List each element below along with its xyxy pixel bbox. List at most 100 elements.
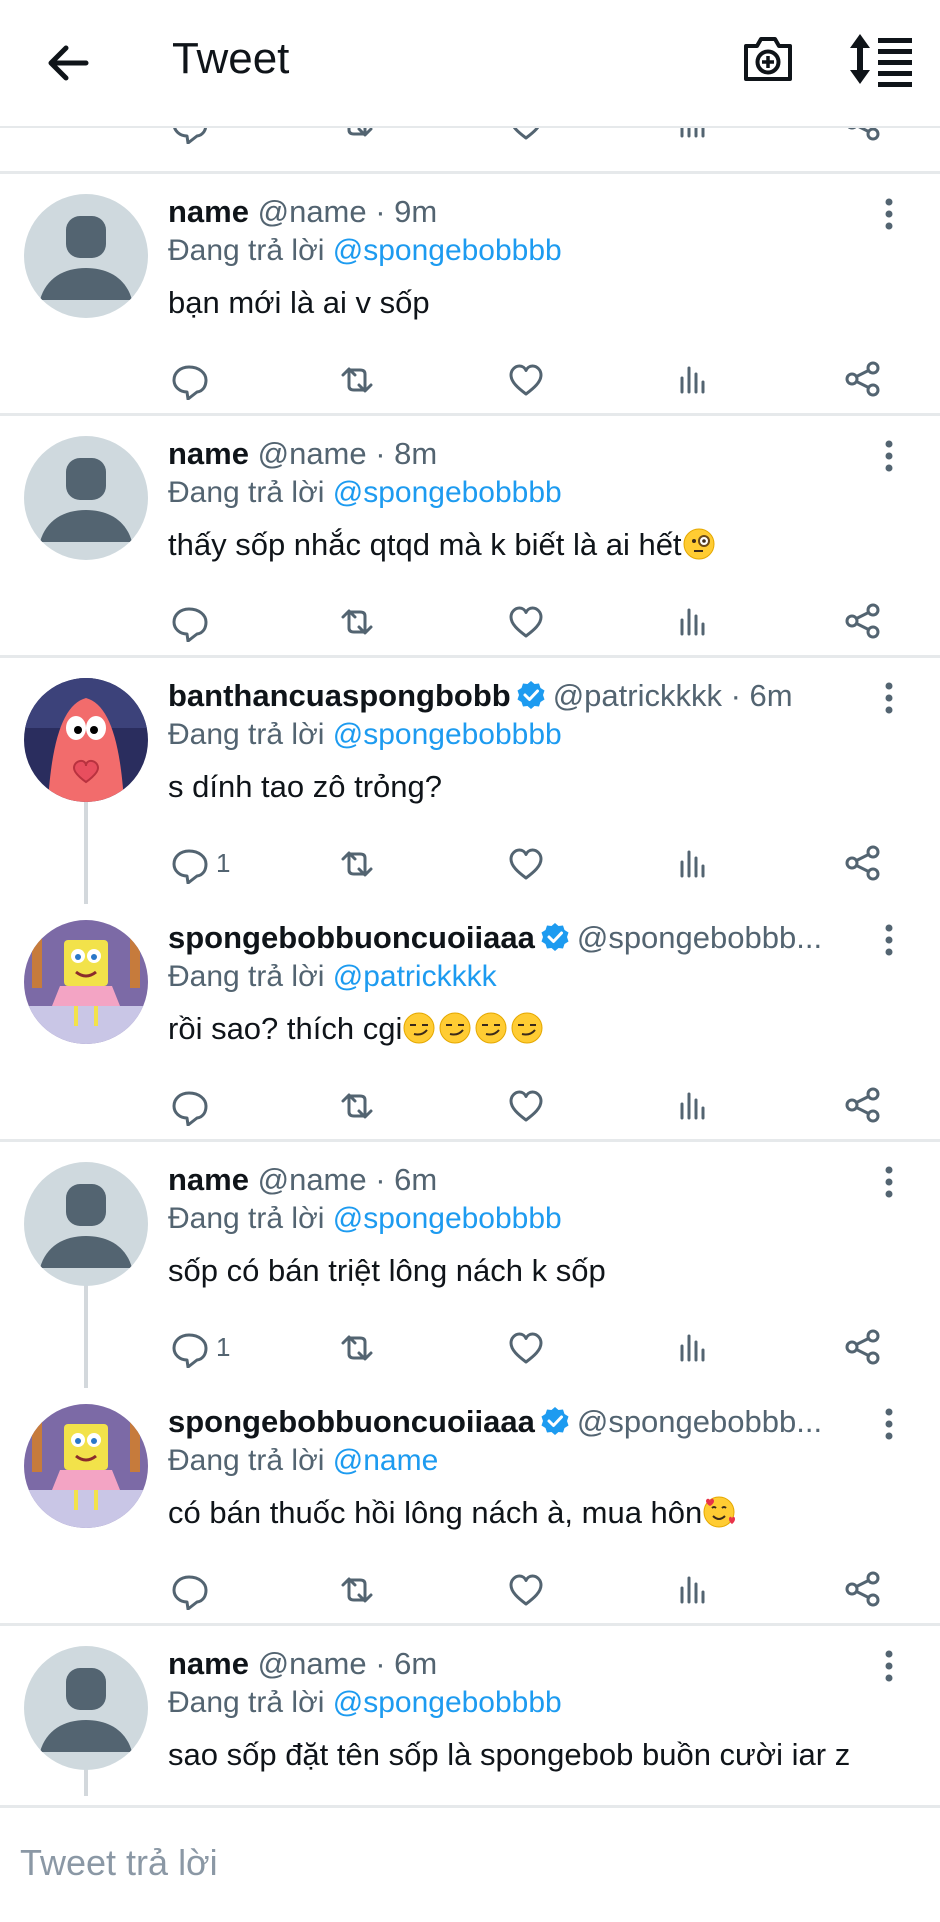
more-options-icon[interactable] — [874, 1646, 904, 1686]
stats-button[interactable] — [672, 596, 714, 646]
reply-button[interactable] — [168, 354, 210, 404]
like-button[interactable] — [505, 838, 547, 888]
more-options-icon[interactable] — [874, 194, 904, 234]
reply-icon — [172, 607, 208, 642]
monocle-face-emoji-icon — [682, 527, 716, 561]
reply-button[interactable] — [168, 1080, 210, 1130]
timestamp: · 9m — [375, 194, 438, 229]
more-options-icon[interactable] — [874, 436, 904, 476]
display-name[interactable]: name — [168, 1162, 249, 1197]
retweet-button[interactable] — [335, 596, 377, 646]
stats-button[interactable] — [672, 354, 714, 404]
share-button[interactable] — [842, 1080, 884, 1130]
display-name[interactable]: name — [168, 194, 249, 229]
reply-button[interactable]: 1 — [168, 1322, 230, 1372]
tweet-actions — [0, 596, 940, 646]
display-name[interactable]: name — [168, 1646, 249, 1681]
avatar[interactable] — [24, 436, 148, 560]
mention-link[interactable]: @patrickkkk — [333, 960, 497, 993]
mention-link[interactable]: @name — [333, 1444, 439, 1477]
retweet-button[interactable] — [335, 126, 377, 148]
tweet-text-content: bạn mới là ai v sốp — [168, 285, 430, 320]
avatar[interactable] — [24, 1404, 148, 1528]
stats-button[interactable] — [672, 1080, 714, 1130]
share-button[interactable] — [842, 596, 884, 646]
avatar[interactable] — [24, 920, 148, 1044]
reply-composer[interactable]: Tweet trả lời — [0, 1806, 940, 1922]
share-button[interactable] — [842, 1564, 884, 1614]
smirk-emoji-icon — [402, 1011, 436, 1045]
replying-to-label: Đang trả lời — [168, 718, 325, 751]
user-handle[interactable]: @name — [258, 436, 367, 471]
avatar[interactable] — [24, 1646, 148, 1770]
user-handle[interactable]: @patrickkkk — [553, 678, 722, 713]
replying-to: Đang trả lời @spongebobbbb — [168, 1201, 562, 1237]
tweet-text-content: thấy sốp nhắc qtqd mà k biết là ai hết — [168, 527, 682, 562]
share-button[interactable] — [842, 126, 884, 148]
arrow-left-icon[interactable] — [38, 33, 98, 93]
more-options-icon[interactable] — [874, 1404, 904, 1444]
retweet-button[interactable] — [335, 354, 377, 404]
reply-button[interactable]: 1 — [168, 838, 230, 888]
reply-icon — [172, 126, 208, 144]
user-handle[interactable]: @spongebobbb... — [577, 1404, 822, 1439]
retweet-button[interactable] — [335, 1080, 377, 1130]
share-button[interactable] — [842, 1322, 884, 1372]
replying-to-label: Đang trả lời — [168, 476, 325, 509]
display-name[interactable]: name — [168, 436, 249, 471]
more-options-icon[interactable] — [874, 678, 904, 718]
retweet-icon — [347, 126, 373, 137]
top-app-bar: Tweet — [0, 0, 940, 128]
display-name[interactable]: banthancuaspongbobb — [168, 678, 511, 713]
more-options-icon[interactable] — [874, 920, 904, 960]
like-button[interactable] — [505, 1564, 547, 1614]
like-button[interactable] — [505, 596, 547, 646]
reply-count: 1 — [216, 847, 231, 878]
replying-to-label: Đang trả lời — [168, 960, 325, 993]
replying-to: Đang trả lời @name — [168, 1443, 438, 1479]
retweet-button[interactable] — [335, 1564, 377, 1614]
mention-link[interactable]: @spongebobbbb — [333, 718, 562, 751]
tweet-text-content: sốp có bán triệt lông nách k sốp — [168, 1253, 606, 1288]
mention-link[interactable]: @spongebobbbb — [333, 234, 562, 267]
display-name[interactable]: spongebobbuoncuoiiaaa — [168, 1404, 535, 1439]
avatar[interactable] — [24, 194, 148, 318]
stats-button[interactable] — [672, 1322, 714, 1372]
tweet-divider — [0, 413, 940, 416]
replying-to: Đang trả lời @spongebobbbb — [168, 233, 562, 269]
stats-button[interactable] — [672, 838, 714, 888]
retweet-button[interactable] — [335, 1322, 377, 1372]
stats-icon — [680, 1576, 705, 1604]
like-button[interactable] — [505, 1080, 547, 1130]
user-handle[interactable]: @name — [258, 1646, 367, 1681]
smiling-face-with-hearts-emoji-icon — [702, 1495, 736, 1529]
more-options-icon[interactable] — [874, 1162, 904, 1202]
user-handle[interactable]: @name — [258, 1162, 367, 1197]
user-handle[interactable]: @name — [258, 194, 367, 229]
like-icon — [509, 1090, 543, 1122]
reply-button[interactable] — [168, 126, 210, 148]
sort-icon[interactable] — [848, 30, 916, 88]
camera-plus-icon[interactable] — [740, 30, 796, 88]
reply-input[interactable]: Tweet trả lời — [20, 1842, 218, 1884]
share-button[interactable] — [842, 354, 884, 404]
reply-button[interactable] — [168, 1564, 210, 1614]
like-button[interactable] — [505, 126, 547, 148]
avatar[interactable] — [24, 678, 148, 802]
mention-link[interactable]: @spongebobbbb — [333, 1202, 562, 1235]
avatar[interactable] — [24, 1162, 148, 1286]
replying-to: Đang trả lời @spongebobbbb — [168, 475, 562, 511]
tweet-header: name @name · 6m — [168, 1646, 437, 1682]
like-button[interactable] — [505, 354, 547, 404]
user-handle[interactable]: @spongebobbb... — [577, 920, 822, 955]
share-button[interactable] — [842, 838, 884, 888]
reply-button[interactable] — [168, 596, 210, 646]
like-button[interactable] — [505, 1322, 547, 1372]
mention-link[interactable]: @spongebobbbb — [333, 476, 562, 509]
display-name[interactable]: spongebobbuoncuoiiaaa — [168, 920, 535, 955]
retweet-button[interactable] — [335, 838, 377, 888]
stats-button[interactable] — [672, 126, 714, 148]
previous-tweet-actions — [0, 126, 940, 172]
stats-button[interactable] — [672, 1564, 714, 1614]
mention-link[interactable]: @spongebobbbb — [333, 1686, 562, 1719]
